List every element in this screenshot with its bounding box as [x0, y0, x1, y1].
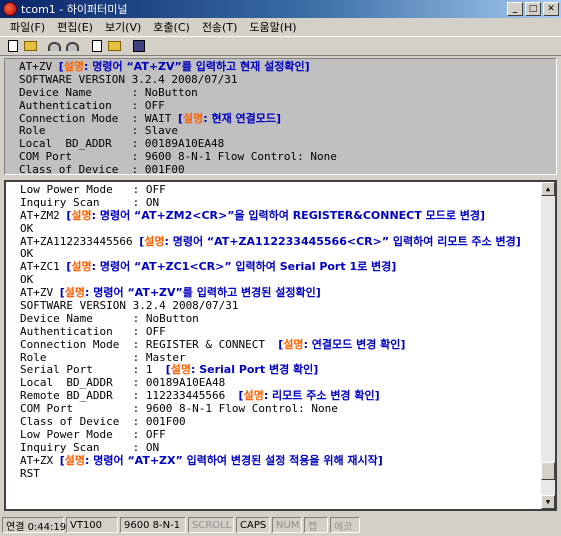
new-button[interactable]	[4, 38, 21, 54]
annotation-comment: [설명: 리모트 주소 변경 확인]	[238, 389, 380, 403]
terminal-line: AT+ZM2 [설명: 명령어 “AT+ZM2<CR>”을 입력하여 REGIS…	[20, 208, 486, 222]
send-file-icon	[91, 40, 102, 52]
menu-transfer[interactable]: 전송(T)	[196, 19, 244, 35]
scroll-down-arrow[interactable]: ▼	[541, 495, 555, 509]
menu-call[interactable]: 호출(C)	[147, 19, 196, 35]
terminal-line: RST	[20, 466, 40, 480]
menu-help[interactable]: 도움말(H)	[243, 19, 302, 35]
annotation-comment: [설명: 명령어 “AT+ZA112233445566<CR>” 입력하여 리모…	[139, 234, 521, 248]
status-scroll: SCROLL	[188, 517, 234, 533]
status-bar: 연결 0:44:19 VT100 9600 8-N-1 SCROLL CAPS …	[0, 514, 561, 536]
status-capture: 캡	[304, 517, 328, 533]
terminal-line: AT+ZC1 [설명: 명령어 “AT+ZC1<CR>” 입력하여 Serial…	[20, 260, 397, 274]
minimize-button[interactable]: _	[507, 2, 523, 16]
new-file-icon	[7, 40, 18, 52]
annotation-comment: [설명: 현재 연결모드]	[177, 111, 282, 125]
annotation-comment: [설명: 명령어 “AT+ZC1<CR>” 입력하여 Serial Port 1…	[66, 260, 397, 274]
call-button[interactable]	[46, 38, 63, 54]
menu-bar: 파일(F) 편집(E) 보기(V) 호출(C) 전송(T) 도움말(H)	[0, 18, 561, 36]
menu-file[interactable]: 파일(F)	[4, 19, 51, 35]
scroll-thumb[interactable]	[541, 462, 555, 480]
status-caps: CAPS	[236, 517, 270, 533]
menu-edit[interactable]: 편집(E)	[51, 19, 99, 35]
window-title: tcom1 - 하이퍼터미널	[21, 3, 128, 16]
terminal-line: AT+ZA112233445566 [설명: 명령어 “AT+ZA1122334…	[20, 234, 521, 248]
status-echo: 에코	[330, 517, 360, 533]
terminal-line: AT+ZX [설명: 명령어 “AT+ZX” 입력하여 변경된 설정 적용을 위…	[20, 453, 383, 467]
hangup-icon	[66, 41, 79, 51]
receive-file-icon	[108, 41, 121, 51]
scroll-up-arrow[interactable]: ▲	[541, 182, 555, 196]
properties-icon	[132, 40, 145, 52]
close-button[interactable]: ✕	[543, 2, 559, 16]
maximize-button[interactable]: □	[525, 2, 541, 16]
send-button[interactable]	[88, 38, 105, 54]
annotation-comment: [설명: 명령어 “AT+ZV”를 입력하고 변경된 설정확인]	[59, 286, 321, 300]
toolbar	[0, 36, 561, 56]
folder-icon	[24, 41, 37, 51]
scrollbar[interactable]: ▲ ▼	[541, 182, 555, 509]
disconnect-button[interactable]	[64, 38, 81, 54]
terminal-lower[interactable]: Low Power Mode : OFF Inquiry Scan : ON AT+…	[4, 180, 557, 511]
title-bar: tcom1 - 하이퍼터미널 _ □ ✕	[0, 0, 561, 18]
terminal-upper[interactable]: AT+ZV [설명: 명령어 “AT+ZV”를 입력하고 현재 설정확인] SOF…	[4, 58, 557, 175]
annotation-comment: [설명: 명령어 “AT+ZX” 입력하여 변경된 설정 적용을 위해 재시작]	[59, 453, 383, 467]
status-num: NUM	[272, 517, 302, 533]
status-connected: 연결 0:44:19	[2, 517, 66, 533]
app-icon[interactable]	[3, 2, 17, 16]
open-button[interactable]	[22, 38, 39, 54]
annotation-comment: [설명: 명령어 “AT+ZV”를 입력하고 현재 설정확인]	[58, 60, 310, 73]
annotation-comment: [설명: 연결모드 변경 확인]	[278, 337, 406, 351]
menu-view[interactable]: 보기(V)	[99, 19, 147, 35]
terminal-lines: Low Power Mode : OFF Inquiry Scan : ON AT+…	[20, 183, 555, 480]
window-controls: _ □ ✕	[507, 2, 559, 16]
receive-button[interactable]	[106, 38, 123, 54]
terminal-line: Class of Device : 001F00	[19, 163, 185, 175]
status-emulation: VT100	[66, 517, 118, 533]
properties-button[interactable]	[130, 38, 147, 54]
annotation-comment: [설명: Serial Port 변경 확인]	[165, 363, 319, 377]
annotation-comment: [설명: 명령어 “AT+ZM2<CR>”을 입력하여 REGISTER&CON…	[66, 208, 486, 222]
phone-icon	[48, 41, 61, 51]
status-port: 9600 8-N-1	[120, 517, 186, 533]
